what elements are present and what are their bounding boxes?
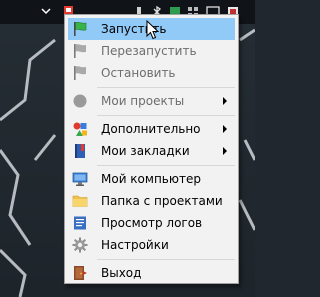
menu-item-label: Выход (101, 266, 142, 280)
menu-item-stop[interactable]: Остановить (68, 62, 235, 84)
menu-item-additional[interactable]: Дополнительно (68, 118, 235, 140)
menu-item-label: Дополнительно (101, 122, 201, 136)
menu-item-my-projects[interactable]: Мои проекты (68, 90, 235, 112)
menu-separator (97, 87, 235, 88)
gray-flag-icon (74, 44, 86, 58)
shapes-icon (73, 122, 87, 136)
menu-item-label: Мои закладки (101, 144, 190, 158)
log-icon (74, 216, 86, 230)
menu-separator (97, 165, 235, 166)
gear-icon (72, 237, 88, 253)
menu-item-label: Папка с проектами (101, 194, 223, 208)
menu-item-settings[interactable]: Настройки (68, 234, 235, 256)
menu-item-label: Мой компьютер (101, 172, 201, 186)
submenu-arrow-icon (223, 125, 227, 133)
chevron-down-icon[interactable] (39, 4, 53, 18)
gray-flag-icon (74, 66, 86, 80)
gray-circle-icon (73, 94, 87, 108)
menu-item-label: Просмотр логов (101, 216, 203, 230)
menu-item-label: Мои проекты (101, 94, 185, 108)
book-icon (75, 144, 85, 158)
computer-icon (72, 172, 88, 186)
menu-item-label: Перезапустить (101, 44, 197, 58)
menu-item-label: Настройки (101, 238, 169, 252)
exit-icon (74, 266, 87, 280)
menu-separator (97, 115, 235, 116)
menu-separator (97, 259, 235, 260)
menu-item-my-computer[interactable]: Мой компьютер (68, 168, 235, 190)
submenu-arrow-icon (223, 147, 227, 155)
green-flag-icon (74, 21, 87, 36)
menu-item-bookmarks[interactable]: Мои закладки (68, 140, 235, 162)
menu-item-label: Остановить (101, 66, 176, 80)
folder-icon (72, 195, 88, 207)
mouse-cursor-icon (146, 20, 160, 40)
submenu-arrow-icon (223, 97, 227, 105)
menu-item-exit[interactable]: Выход (68, 262, 235, 284)
menu-item-view-logs[interactable]: Просмотр логов (68, 212, 235, 234)
menu-item-projects-folder[interactable]: Папка с проектами (68, 190, 235, 212)
menu-item-restart[interactable]: Перезапустить (68, 40, 235, 62)
context-menu: Запустить Перезапустить Остановить Мои п… (64, 14, 239, 284)
